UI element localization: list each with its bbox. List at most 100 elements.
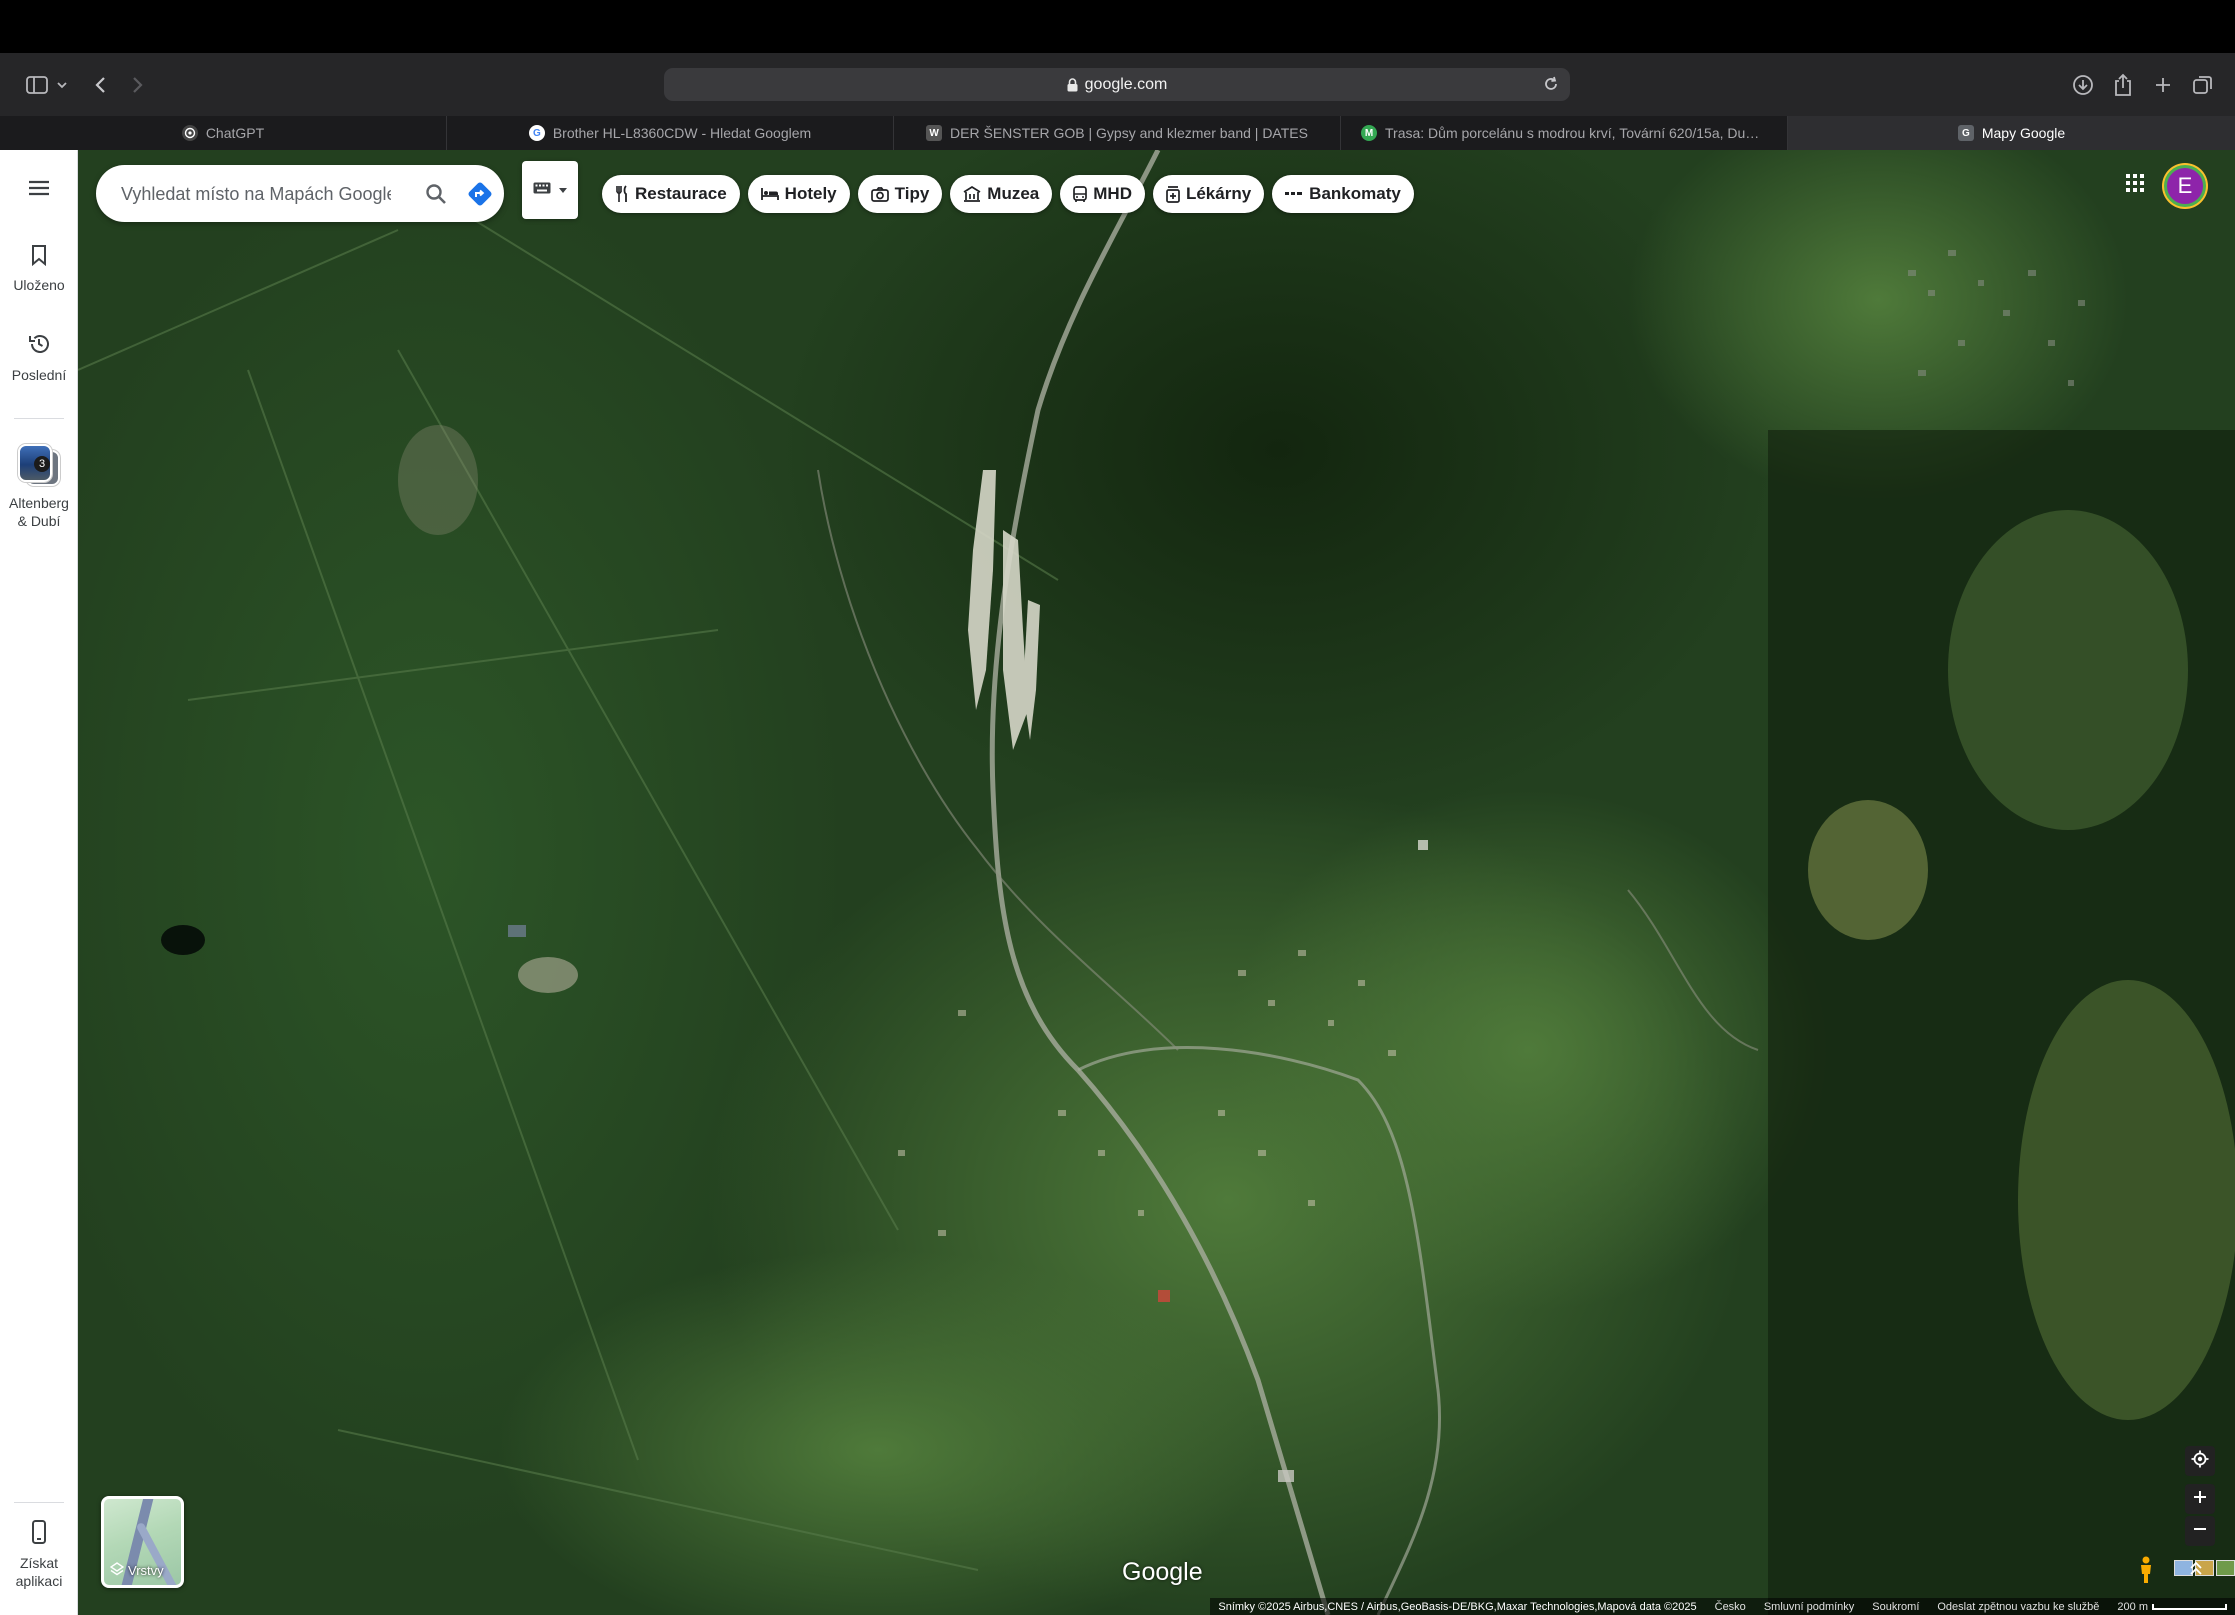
tab-label: ChatGPT	[205, 125, 265, 141]
tab-route[interactable]: M Trasa: Dům porcelánu s modrou krví, To…	[1341, 116, 1788, 150]
chip-label: Tipy	[894, 184, 930, 203]
browser-toolbar: google.com	[0, 53, 2235, 116]
fork-knife-icon	[615, 185, 629, 203]
history-icon	[27, 332, 51, 360]
layers-button[interactable]: Vrstvy	[101, 1496, 184, 1588]
chip-restaurants[interactable]: Restaurace	[602, 175, 740, 213]
pharmacy-icon	[1166, 185, 1180, 203]
saved-button[interactable]: Uloženo	[0, 244, 78, 294]
bookmark-icon	[31, 244, 47, 270]
chevron-down-icon[interactable]	[54, 67, 70, 103]
w-icon: W	[926, 125, 943, 141]
search-input[interactable]	[121, 181, 391, 207]
trip-altenberg-dubi[interactable]: 3 Altenberg & Dubí	[0, 444, 78, 530]
tab-label: Trasa: Dům porcelánu s modrou krví, Tová…	[1385, 125, 1767, 141]
bus-icon	[1073, 185, 1088, 203]
reload-icon[interactable]	[1542, 75, 1560, 93]
zoom-in-button[interactable]	[2185, 1484, 2215, 1514]
maps-left-rail: Uloženo Poslední 3 Altenberg & Dubí Získ…	[0, 150, 78, 1615]
tab-chatgpt[interactable]: ChatGPT	[0, 116, 447, 150]
imagery-attribution: Snímky ©2025 Airbus,CNES / Airbus,GeoBas…	[1218, 1600, 1697, 1613]
map-footer: Snímky ©2025 Airbus,CNES / Airbus,GeoBas…	[78, 1598, 2235, 1615]
tab-label: Brother HL-L8360CDW - Hledat Googlem	[552, 125, 812, 141]
google-maps-icon: G	[1957, 125, 1974, 141]
scale-bar[interactable]: 200 m	[2117, 1601, 2227, 1613]
forward-icon[interactable]	[126, 67, 150, 103]
download-icon[interactable]	[2070, 67, 2096, 103]
atm-icon	[1285, 190, 1303, 198]
keyboard-icon	[533, 181, 551, 199]
chevron-up-icon[interactable]	[2189, 1560, 2203, 1576]
tab-overview-icon[interactable]	[2190, 67, 2216, 103]
crosshair-icon	[2191, 1450, 2209, 1473]
caret-down-icon	[559, 181, 567, 199]
hamburger-icon	[28, 180, 50, 200]
feedback-link[interactable]: Odeslat zpětnou vazbu ke službě	[1937, 1601, 2099, 1613]
input-tools-button[interactable]	[522, 161, 578, 219]
pegman-icon[interactable]	[2138, 1556, 2154, 1584]
chip-label: Bankomaty	[1309, 184, 1401, 203]
recent-label: Poslední	[11, 367, 67, 383]
account-avatar[interactable]: E	[2164, 165, 2206, 207]
search-box	[96, 165, 504, 222]
address-bar[interactable]: google.com	[664, 68, 1570, 101]
plus-icon	[2193, 1490, 2207, 1509]
new-tab-icon[interactable]	[2150, 67, 2176, 103]
zoom-out-button[interactable]	[2185, 1516, 2215, 1546]
chip-atms[interactable]: Bankomaty	[1272, 175, 1414, 213]
chip-transit[interactable]: MHD	[1060, 175, 1145, 213]
back-icon[interactable]	[88, 67, 112, 103]
chip-hotels[interactable]: Hotely	[747, 175, 850, 213]
category-chips: Restaurace Hotely Tipy Muzea MHD Lékárny	[602, 175, 1414, 213]
minus-icon	[2193, 1522, 2207, 1541]
tab-label: Mapy Google	[1981, 125, 2066, 141]
google-icon: G	[528, 125, 545, 141]
tab-der-sensters-gob[interactable]: W DER ŠENSTER GOB | Gypsy and klezmer ba…	[894, 116, 1341, 150]
recent-button[interactable]: Poslední	[0, 332, 78, 384]
trip-thumbnail: 3	[18, 444, 60, 488]
museum-icon	[963, 186, 981, 202]
chip-label: Hotely	[784, 184, 837, 203]
chip-label: Lékárny	[1185, 184, 1252, 203]
country-link[interactable]: Česko	[1715, 1601, 1746, 1613]
chip-label: MHD	[1093, 184, 1132, 203]
sidebar-toggle-icon[interactable]	[20, 67, 54, 103]
menu-button[interactable]	[0, 180, 78, 200]
chip-label: Restaurace	[635, 184, 727, 203]
terms-link[interactable]: Smluvní podmínky	[1764, 1601, 1854, 1613]
chip-pharmacies[interactable]: Lékárny	[1152, 175, 1265, 213]
directions-icon[interactable]	[466, 180, 494, 208]
share-icon[interactable]	[2110, 67, 2136, 103]
get-app-label: Získat aplikaci	[15, 1555, 63, 1589]
map-thumbnail[interactable]	[2216, 1560, 2235, 1576]
imagery-thumbnails[interactable]	[2174, 1560, 2235, 1576]
tab-bar: ChatGPT G Brother HL-L8360CDW - Hledat G…	[0, 116, 2235, 150]
scale-label: 200 m	[2117, 1600, 2148, 1613]
get-app-button[interactable]: Získat aplikaci	[0, 1520, 78, 1590]
layers-label: Vrstvy	[128, 1563, 164, 1578]
map-canvas[interactable]: Restaurace Hotely Tipy Muzea MHD Lékárny	[78, 150, 2235, 1615]
trip-count-badge: 3	[34, 456, 50, 472]
my-location-button[interactable]	[2185, 1446, 2215, 1476]
camera-icon	[870, 186, 889, 202]
bed-icon	[760, 187, 779, 201]
chip-tips[interactable]: Tipy	[857, 175, 943, 213]
saved-label: Uloženo	[13, 277, 65, 293]
privacy-link[interactable]: Soukromí	[1872, 1601, 1919, 1613]
lock-icon	[1067, 77, 1078, 92]
tab-label: DER ŠENSTER GOB | Gypsy and klezmer band…	[950, 125, 1308, 141]
tab-google-maps[interactable]: G Mapy Google	[1788, 116, 2235, 150]
rail-divider	[14, 1502, 64, 1503]
satellite-imagery	[78, 150, 2235, 1615]
chip-label: Muzea	[987, 184, 1040, 203]
menu-bar-strip	[0, 0, 2235, 53]
google-logo: Google	[1122, 1558, 1203, 1586]
tab-google-search[interactable]: G Brother HL-L8360CDW - Hledat Googlem	[447, 116, 894, 150]
rail-divider	[14, 418, 64, 419]
maps-route-icon: M	[1361, 125, 1377, 141]
trip-label: Altenberg & Dubí	[9, 495, 69, 529]
search-icon[interactable]	[424, 182, 448, 206]
chip-museums[interactable]: Muzea	[950, 175, 1053, 213]
google-apps-icon[interactable]	[2125, 173, 2145, 193]
layers-icon	[109, 1562, 125, 1579]
